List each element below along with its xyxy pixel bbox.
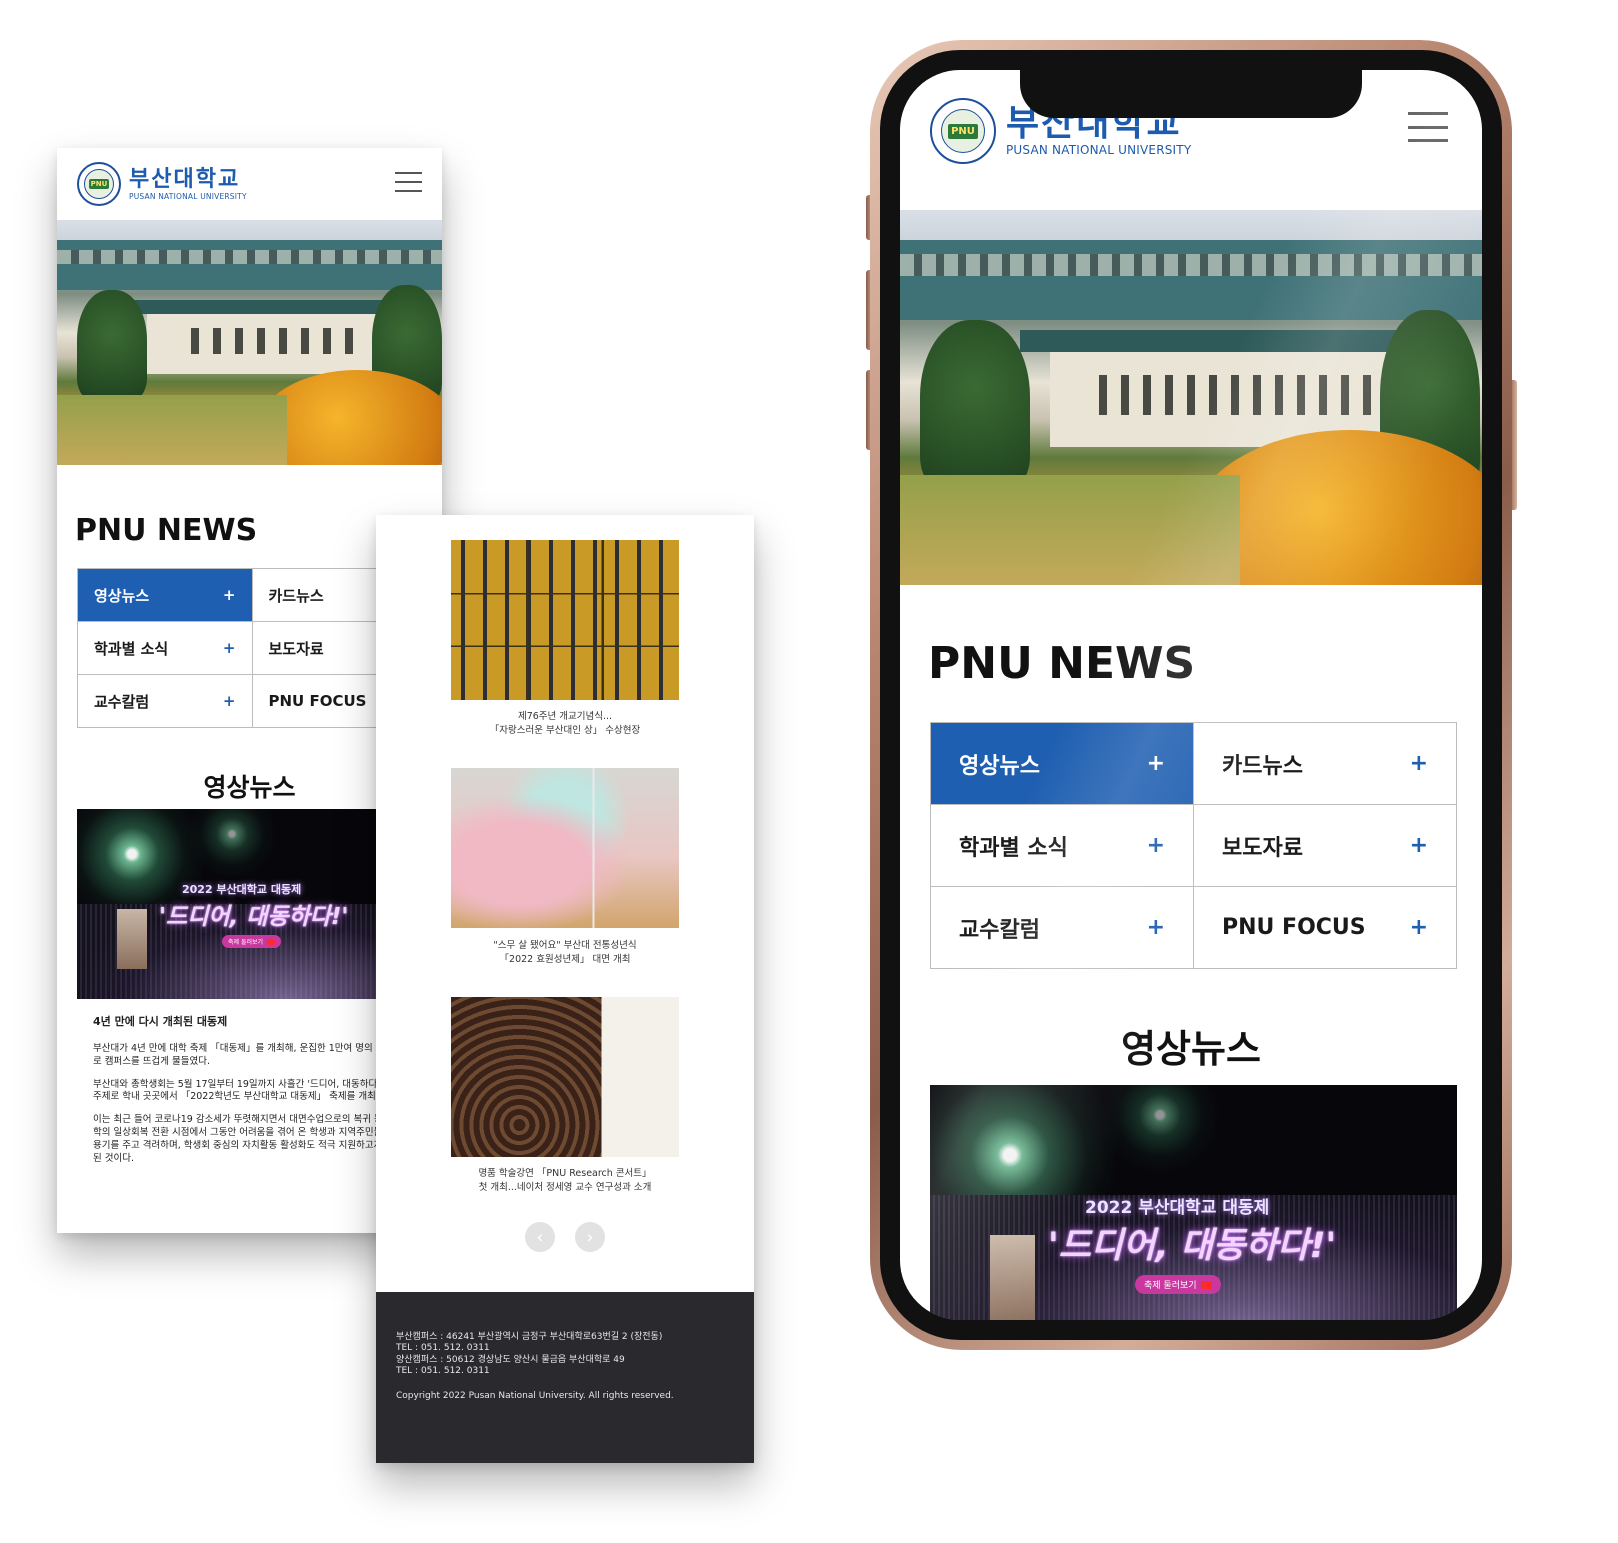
article-paragraph: 부산대가 4년 만에 대학 축제 「대동제」를 개최해, 운집한 1만여 명의 … <box>93 1043 403 1067</box>
banner-year-line: 2022 부산대학교 대동제 <box>1085 1198 1270 1218</box>
tab-label: 카드뉴스 <box>1222 753 1303 779</box>
tab-label: PNU FOCUS <box>1222 915 1366 940</box>
card-news-caption[interactable]: 명품 학술강연 「PNU Research 콘서트」 첫 개최...네이처 정세… <box>416 1167 714 1195</box>
caption-line: 「2022 효원성년제」 대면 개최 <box>499 953 631 965</box>
tab-pnu-focus[interactable]: PNU FOCUS + <box>1194 887 1457 969</box>
footer-tel-busan: TEL : 051. 512. 0311 <box>396 1343 490 1354</box>
banner-slogan: '드디어, 대동하다!' <box>159 904 349 930</box>
tab-video-news[interactable]: 영상뉴스 + <box>78 569 253 622</box>
tab-label: 교수칼럼 <box>94 692 150 711</box>
plus-icon: + <box>222 692 236 710</box>
caption-line: 제76주년 개교기념식... <box>517 711 613 722</box>
tab-label: 학과별 소식 <box>959 835 1068 861</box>
caption-line: 명품 학술강연 「PNU Research 콘서트」 <box>478 1168 652 1179</box>
phone-notch <box>1020 70 1362 118</box>
banner-badge[interactable]: 축제 둘러보기 <box>222 935 282 948</box>
mockup-screen-cardnews: 제76주년 개교기념식... 「자랑스러운 부산대인 상」 수상현장 "스무 살… <box>376 515 754 1463</box>
tab-press-release[interactable]: 보도자료 + <box>1194 805 1457 887</box>
tab-label: PNU FOCUS <box>268 692 367 710</box>
tab-label: 교수칼럼 <box>959 917 1040 943</box>
youtube-icon <box>267 938 276 945</box>
news-category-grid: 영상뉴스 + 카드뉴스 + 학과별 소식 + 보도자료 + 교수칼럼 + PNU… <box>77 568 427 728</box>
article-paragraph: 부산대와 총학생회는 5월 17일부터 19일까지 사흘간 '드디어, 대동하다… <box>93 1078 402 1103</box>
hamburger-menu-icon[interactable] <box>1408 112 1448 142</box>
footer-copyright: Copyright 2022 Pusan National University… <box>396 1391 674 1401</box>
plus-icon: + <box>1146 751 1165 776</box>
tab-professor-column[interactable]: 교수칼럼 + <box>78 675 253 728</box>
badge-label: 축제 둘러보기 <box>1144 1281 1197 1291</box>
emblem-mark: PNU <box>88 179 110 189</box>
plus-icon: + <box>1146 833 1165 858</box>
plus-icon: + <box>222 639 236 657</box>
plus-icon: + <box>1146 915 1165 940</box>
hamburger-menu-icon[interactable] <box>395 172 422 192</box>
prev-arrow-icon[interactable]: ‹ <box>525 1222 555 1252</box>
hero-campus-image <box>900 210 1482 585</box>
tab-label: 카드뉴스 <box>268 586 324 605</box>
article-paragraph: 이는 최근 들어 코로나19 감소세가 뚜렷해지면서 대면수업으로의 복귀 등 … <box>93 1114 403 1164</box>
tab-video-news[interactable]: 영상뉴스 + <box>931 723 1194 805</box>
tab-label: 보도자료 <box>1222 835 1303 861</box>
news-category-grid: 영상뉴스 + 카드뉴스 + 학과별 소식 + 보도자료 + 교수칼럼 + PNU… <box>930 722 1457 969</box>
card-news-image[interactable] <box>451 768 679 928</box>
emblem-mark: PNU <box>948 123 978 139</box>
tab-label: 학과별 소식 <box>94 639 169 658</box>
banner-badge[interactable]: 축제 둘러보기 <box>1135 1275 1221 1294</box>
card-news-image[interactable] <box>451 540 679 700</box>
news-section-title: PNU NEWS <box>75 513 258 548</box>
university-emblem-icon: PNU <box>77 162 121 206</box>
tab-department-news[interactable]: 학과별 소식 + <box>78 622 253 675</box>
tab-card-news[interactable]: 카드뉴스 + <box>1194 723 1457 805</box>
caption-line: 「자랑스러운 부산대인 상」 수상현장 <box>489 724 641 736</box>
logo-name-en: PUSAN NATIONAL UNIVERSITY <box>129 191 247 201</box>
badge-label: 축제 둘러보기 <box>228 939 264 946</box>
tab-department-news[interactable]: 학과별 소식 + <box>931 805 1194 887</box>
card-news-caption[interactable]: 제76주년 개교기념식... 「자랑스러운 부산대인 상」 수상현장 <box>416 710 714 738</box>
plus-icon: + <box>222 586 236 604</box>
logo-name-en: PUSAN NATIONAL UNIVERSITY <box>1006 143 1192 157</box>
caption-line: "스무 살 됐어요" 부산대 전통성년식 <box>493 940 637 951</box>
card-news-caption[interactable]: "스무 살 됐어요" 부산대 전통성년식 「2022 효원성년제」 대면 개최 <box>416 939 714 967</box>
caption-line: 첫 개최...네이처 정세영 교수 연구성과 소개 <box>478 1181 652 1193</box>
news-section-title: PNU NEWS <box>928 638 1196 689</box>
video-news-article: 4년 만에 다시 개최된 대동제 부산대가 4년 만에 대학 축제 「대동제」를… <box>93 1013 403 1166</box>
card-news-image[interactable] <box>451 997 679 1157</box>
plus-icon: + <box>1409 833 1428 858</box>
footer-address-yangsan: 양산캠퍼스 : 50612 경상남도 양산시 물금읍 부산대학로 49 <box>396 1354 625 1365</box>
tab-label: 영상뉴스 <box>94 586 150 605</box>
site-footer: 부산캠퍼스 : 46241 부산광역시 금정구 부산대학로63번길 2 (장전동… <box>376 1292 754 1463</box>
video-news-banner[interactable]: 2022 부산대학교 대동제 '드디어, 대동하다!' 축제 둘러보기 <box>77 809 427 999</box>
footer-tel-yangsan: TEL : 051. 512. 0311 <box>396 1365 490 1376</box>
banner-year-line: 2022 부산대학교 대동제 <box>182 883 302 896</box>
university-emblem-icon: PNU <box>930 98 996 164</box>
video-news-banner[interactable]: 2022 부산대학교 대동제 '드디어, 대동하다!' 축제 둘러보기 <box>930 1085 1457 1320</box>
tab-label: 보도자료 <box>268 639 324 658</box>
article-headline: 4년 만에 다시 개최된 대동제 <box>93 1015 228 1028</box>
phone-device-frame: PNU 부산대학교 PUSAN NATIONAL UNIVERSITY PNU … <box>870 40 1512 1350</box>
next-arrow-icon[interactable]: › <box>575 1222 605 1252</box>
header-logo[interactable]: PNU 부산대학교 PUSAN NATIONAL UNIVERSITY <box>77 162 247 206</box>
phone-screen: PNU 부산대학교 PUSAN NATIONAL UNIVERSITY PNU … <box>900 70 1482 1320</box>
logo-name-ko: 부산대학교 <box>129 166 241 192</box>
carousel-pager: ‹ › <box>525 1222 605 1252</box>
video-news-title: 영상뉴스 <box>1121 1027 1261 1071</box>
tab-professor-column[interactable]: 교수칼럼 + <box>931 887 1194 969</box>
hero-campus-image <box>57 220 442 465</box>
youtube-icon <box>1200 1280 1212 1289</box>
plus-icon: + <box>1409 751 1428 776</box>
footer-address-busan: 부산캠퍼스 : 46241 부산광역시 금정구 부산대학로63번길 2 (장전동… <box>396 1332 663 1342</box>
plus-icon: + <box>1409 915 1428 940</box>
tab-label: 영상뉴스 <box>959 753 1040 779</box>
banner-slogan: '드디어, 대동하다!' <box>1048 1226 1337 1266</box>
